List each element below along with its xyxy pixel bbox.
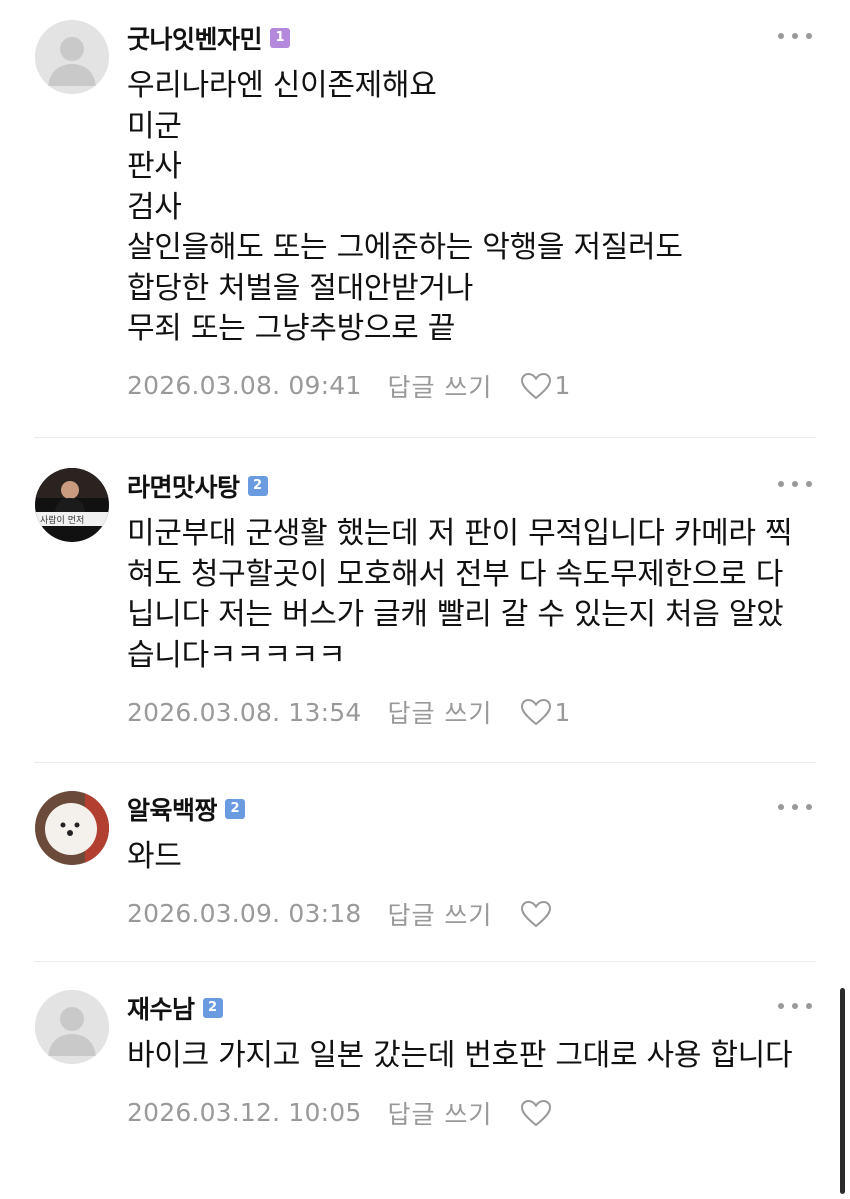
like-count: 1: [554, 371, 571, 400]
reply-button[interactable]: 답글 쓰기: [387, 368, 492, 404]
comment-date: 2026.03.12. 10:05: [127, 1098, 362, 1127]
more-options-button[interactable]: [778, 474, 812, 494]
scrollbar[interactable]: [840, 988, 845, 1194]
avatar[interactable]: [35, 990, 109, 1064]
comment-date: 2026.03.08. 09:41: [127, 371, 362, 400]
comment-list: 굿나잇벤자민 1 우리나라엔 신이존제해요 미군 판사 검사 살인을해도 또는 …: [0, 0, 850, 1199]
nickname[interactable]: 라면맛사탕: [127, 468, 240, 504]
comment-body: 재수남 2 바이크 가지고 일본 갔는데 번호판 그대로 사용 합니다 2026…: [127, 988, 810, 1131]
comment-body: 라면맛사탕 2 미군부대 군생활 했는데 저 판이 무적입니다 카메라 찍혀도 …: [127, 466, 810, 730]
like-button[interactable]: [520, 900, 554, 928]
dot-icon: [778, 1003, 784, 1009]
comment-meta: 2026.03.09. 03:18 답글 쓰기: [127, 896, 810, 932]
heart-icon: [521, 1099, 552, 1126]
avatar[interactable]: [35, 791, 109, 865]
dot-icon: [792, 33, 798, 39]
dot-icon: [792, 1003, 798, 1009]
divider: [34, 437, 816, 438]
comment-date: 2026.03.09. 03:18: [127, 899, 362, 928]
comment-text: 바이크 가지고 일본 갔는데 번호판 그대로 사용 합니다: [127, 1038, 793, 1073]
nickname[interactable]: 굿나잇벤자민: [127, 20, 263, 56]
dot-icon: [806, 33, 812, 39]
heart-icon: [521, 372, 552, 399]
more-options-button[interactable]: [778, 996, 812, 1016]
dot-icon: [778, 481, 784, 487]
level-badge: 2: [202, 998, 223, 1018]
like-button[interactable]: 1: [520, 698, 570, 727]
divider: [34, 762, 816, 763]
photo-avatar-man-icon: 사람이 먼저: [35, 468, 109, 542]
comment-text: 우리나라엔 신이존제해요 미군 판사 검사 살인을해도 또는 그에준하는 악행을…: [127, 68, 683, 346]
avatar[interactable]: 사람이 먼저: [35, 468, 109, 542]
reply-button[interactable]: 답글 쓰기: [387, 1095, 492, 1131]
divider: [34, 961, 816, 962]
dot-icon: [806, 804, 812, 810]
photo-avatar-dog-icon: [35, 791, 109, 865]
comment-meta: 2026.03.08. 13:54 답글 쓰기 1: [127, 694, 810, 730]
dot-icon: [806, 481, 812, 487]
level-badge: 1: [270, 28, 291, 48]
level-badge: 2: [225, 799, 246, 819]
like-count: 1: [554, 697, 571, 727]
reply-button[interactable]: 답글 쓰기: [387, 694, 492, 730]
like-button[interactable]: [520, 1099, 554, 1127]
heart-icon: [521, 900, 552, 927]
avatar[interactable]: [35, 20, 109, 94]
default-avatar-icon: [35, 20, 109, 94]
comment-date: 2026.03.08. 13:54: [127, 697, 362, 727]
like-button[interactable]: 1: [520, 371, 570, 400]
heart-icon: [521, 698, 552, 726]
dot-icon: [792, 804, 798, 810]
comment-meta: 2026.03.12. 10:05 답글 쓰기: [127, 1095, 810, 1131]
nickname[interactable]: 재수남: [127, 990, 195, 1026]
level-badge: 2: [247, 476, 268, 496]
comment-header: 굿나잇벤자민 1: [127, 18, 810, 58]
comment-body: 알육백짱 2 와드 2026.03.09. 03:18 답글 쓰기: [127, 789, 810, 932]
nickname[interactable]: 알육백짱: [127, 791, 218, 827]
reply-button[interactable]: 답글 쓰기: [387, 896, 492, 932]
more-options-button[interactable]: [778, 26, 812, 46]
dot-icon: [792, 481, 798, 487]
comment-header: 라면맛사탕 2: [127, 466, 810, 506]
comment-header: 알육백짱 2: [127, 789, 810, 829]
comment-text: 와드: [127, 839, 182, 874]
dot-icon: [778, 33, 784, 39]
dot-icon: [778, 804, 784, 810]
more-options-button[interactable]: [778, 797, 812, 817]
comment-header: 재수남 2: [127, 988, 810, 1028]
default-avatar-icon: [35, 990, 109, 1064]
dot-icon: [806, 1003, 812, 1009]
comment-body: 굿나잇벤자민 1 우리나라엔 신이존제해요 미군 판사 검사 살인을해도 또는 …: [127, 18, 810, 404]
comment-text: 미군부대 군생활 했는데 저 판이 무적입니다 카메라 찍혀도 청구할곳이 모호…: [127, 516, 793, 673]
svg-text:사람이 먼저: 사람이 먼저: [40, 514, 84, 526]
comment-meta: 2026.03.08. 09:41 답글 쓰기 1: [127, 368, 810, 404]
